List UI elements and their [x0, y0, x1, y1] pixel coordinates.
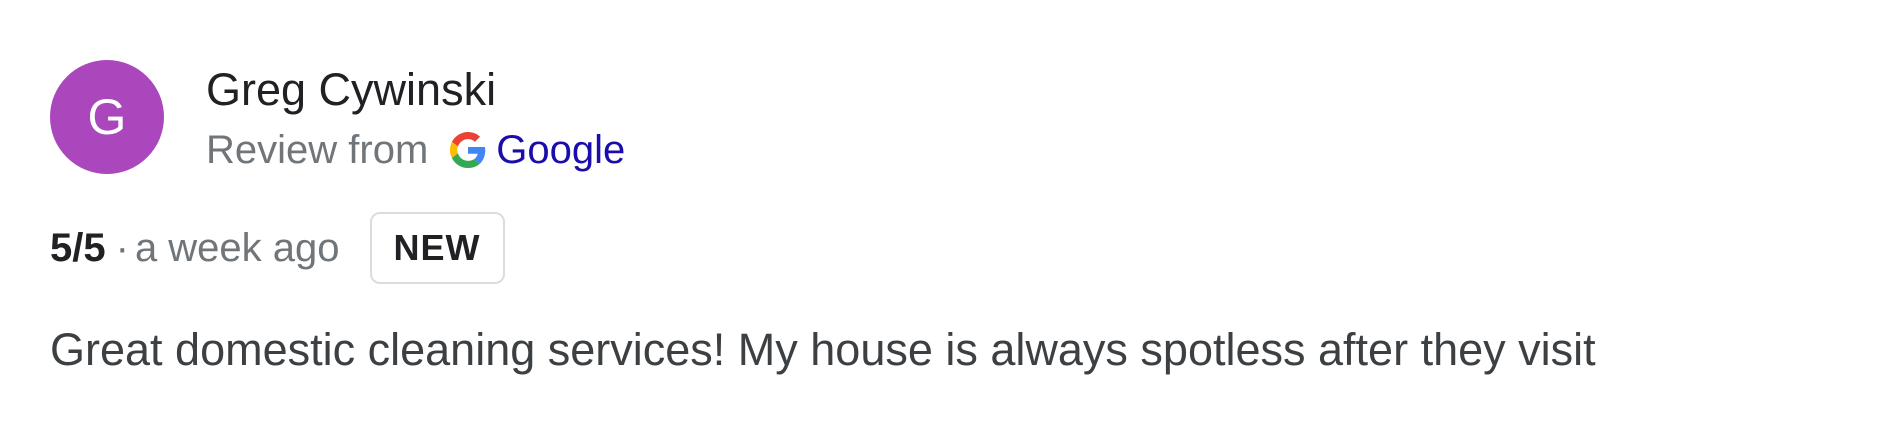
review-date: a week ago	[134, 225, 340, 270]
avatar-letter: G	[87, 89, 127, 145]
reviewer-name[interactable]: Greg Cywinski	[206, 62, 496, 118]
review-meta: 5/5 · a week ago NEW	[50, 210, 505, 286]
new-badge-label: NEW	[393, 227, 481, 268]
new-badge: NEW	[369, 212, 505, 284]
google-source-link[interactable]: Google	[496, 128, 625, 173]
avatar[interactable]: G	[50, 60, 164, 174]
rating: 5/5	[50, 225, 106, 270]
review-source: Review from Google	[206, 124, 625, 176]
review-card: G Greg Cywinski Review from Google 5/5 ·…	[0, 0, 1880, 434]
separator-dot: ·	[115, 225, 129, 270]
review-source-label: Review from	[206, 127, 429, 172]
google-g-icon	[450, 132, 486, 168]
review-text: Great domestic cleaning services! My hou…	[50, 324, 1596, 375]
